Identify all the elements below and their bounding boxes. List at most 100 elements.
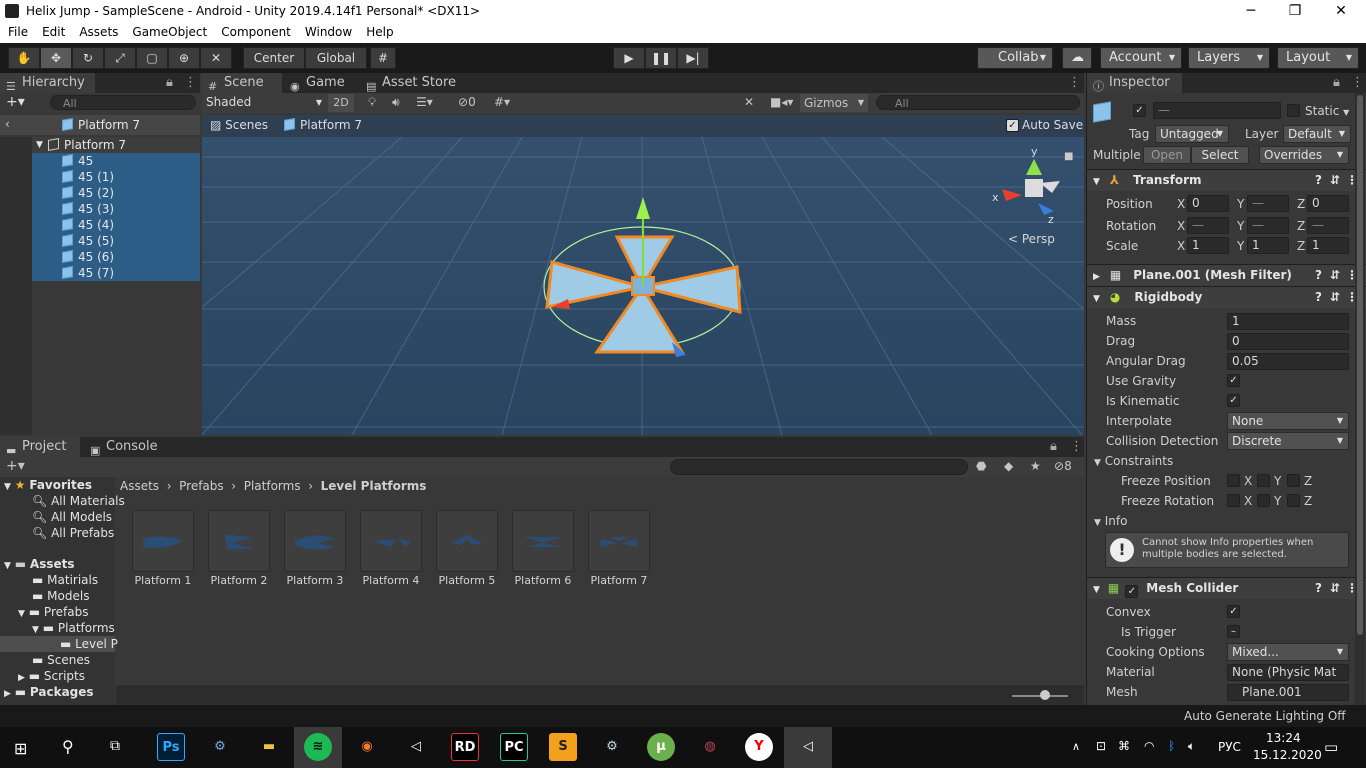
unity-editor-icon[interactable]: ◁	[794, 733, 822, 761]
freeze-rot-x-checkbox[interactable]	[1227, 494, 1240, 507]
favorite-star-icon[interactable]: ★	[1030, 459, 1041, 473]
2d-toggle[interactable]: 2D	[328, 94, 354, 112]
asset-thumb-platform-7[interactable]	[588, 510, 650, 572]
tray-chevron-icon[interactable]: ∧	[1072, 740, 1080, 753]
transform-header[interactable]: ▼ ⅄ Transform? ⇵ ⋮	[1087, 169, 1366, 191]
persp-label[interactable]: < Persp	[1008, 232, 1055, 246]
collab-dropdown[interactable]: Collab ▼	[977, 47, 1053, 69]
fav-all-prefabs[interactable]: 🔍︎ All Prefabs	[32, 526, 114, 540]
lock-icon[interactable]: 🔒︎	[166, 75, 173, 90]
material-field[interactable]: None (Physic Mat	[1227, 664, 1349, 681]
fav-all-models[interactable]: 🔍︎ All Models	[32, 510, 112, 524]
asset-thumb-platform-3[interactable]	[284, 510, 346, 572]
position-z[interactable]: 0	[1307, 195, 1349, 212]
platform-model[interactable]	[543, 197, 742, 357]
breadcrumb-object[interactable]: Platform 7	[284, 118, 362, 132]
grid-snap-icon[interactable]: #	[370, 47, 396, 69]
tab-scene[interactable]: # Scene	[202, 73, 282, 93]
move-tool-icon[interactable]: ✥	[40, 47, 72, 69]
task-view-icon[interactable]: ⧉	[110, 738, 120, 754]
wifi-icon[interactable]: ◠	[1144, 739, 1154, 753]
help-icon[interactable]: ?	[1315, 265, 1322, 285]
volume-icon[interactable]: 🔈︎	[1188, 739, 1195, 754]
scale-x[interactable]: 1	[1187, 237, 1229, 254]
collapse-arrow-icon[interactable]: ▼	[1093, 177, 1100, 187]
rotation-x[interactable]: —	[1187, 217, 1229, 234]
help-icon[interactable]: ?	[1315, 170, 1322, 190]
meshfilter-header[interactable]: ▶ ▦ Plane.001 (Mesh Filter)? ⇵ ⋮	[1087, 264, 1366, 286]
asset-thumb-platform-6[interactable]	[512, 510, 574, 572]
kebab-menu-icon[interactable]: ⋮	[1070, 439, 1083, 454]
freeze-rot-y-checkbox[interactable]	[1257, 494, 1270, 507]
create-plus-icon[interactable]: +▾	[6, 94, 25, 110]
clock-time[interactable]: 13:24	[1266, 731, 1301, 745]
menu-component[interactable]: Component	[213, 23, 297, 43]
info-foldout[interactable]: ▼ Info	[1094, 514, 1127, 528]
cooking-options-dropdown[interactable]: Mixed... ▼	[1227, 643, 1349, 661]
gizmo-lock-icon[interactable]: ■	[1064, 151, 1073, 162]
mesh-field[interactable]: Plane.001	[1227, 684, 1349, 701]
custom-tool-icon[interactable]: ✕	[200, 47, 232, 69]
position-y[interactable]: —	[1247, 195, 1289, 212]
rider-icon[interactable]: RD	[451, 733, 479, 761]
asset-label[interactable]: Platform 4	[353, 574, 429, 587]
play-button[interactable]: ▶	[613, 47, 645, 69]
static-checkbox[interactable]	[1287, 104, 1300, 117]
meshcollider-enabled-checkbox[interactable]: ✓	[1125, 585, 1139, 598]
scale-y[interactable]: 1	[1247, 237, 1289, 254]
steam-icon[interactable]: ⚙	[598, 733, 626, 761]
y-arrow-icon[interactable]	[636, 197, 650, 219]
rotate-tool-icon[interactable]: ↻	[72, 47, 104, 69]
menu-gameobject[interactable]: GameObject	[124, 23, 213, 43]
scale-z[interactable]: 1	[1307, 237, 1349, 254]
photoshop-icon[interactable]: Ps	[157, 733, 185, 761]
asset-label[interactable]: Platform 1	[125, 574, 201, 587]
select-prefab-button[interactable]: Select	[1191, 146, 1249, 164]
crumb-platforms[interactable]: Platforms	[244, 479, 301, 493]
lighting-icon[interactable]: 💡︎	[368, 95, 376, 110]
folder-scenes[interactable]: ▬ Scenes	[32, 653, 90, 667]
name-field[interactable]: —	[1153, 102, 1281, 119]
folder-prefabs[interactable]: ▼ ▬ Prefabs	[18, 605, 88, 619]
maximize-button[interactable]: ❐	[1272, 0, 1318, 23]
collision-detection-dropdown[interactable]: Discrete ▼	[1227, 432, 1349, 450]
open-prefab-button[interactable]: Open	[1143, 146, 1191, 164]
shading-dropdown[interactable]: Shaded ▼	[206, 95, 322, 109]
asset-label[interactable]: Platform 7	[581, 574, 657, 587]
crumb-assets[interactable]: Assets	[120, 479, 159, 493]
freeze-pos-x-checkbox[interactable]	[1227, 474, 1240, 487]
app-bug-icon[interactable]: ⚙	[206, 733, 234, 761]
rigidbody-header[interactable]: ▼ ◕ Rigidbody? ⇵ ⋮	[1087, 286, 1366, 308]
tab-console[interactable]: ▣ Console	[84, 437, 164, 457]
rect-tool-icon[interactable]: ▢	[136, 47, 168, 69]
blender-icon[interactable]: ◉	[353, 733, 381, 761]
menu-assets[interactable]: Assets	[71, 23, 124, 43]
expand-arrow-icon[interactable]: ▶	[1093, 272, 1100, 282]
asset-thumb-platform-5[interactable]	[436, 510, 498, 572]
assets-node[interactable]: ▼ ▬ Assets	[4, 557, 75, 571]
scene-canvas[interactable]: y x z < Persp ■	[202, 137, 1084, 435]
tab-inspector[interactable]: ⓘ Inspector	[1087, 73, 1182, 93]
is-kinematic-checkbox[interactable]: ✓	[1227, 394, 1240, 407]
file-explorer-icon[interactable]: ▬	[255, 733, 283, 761]
use-gravity-checkbox[interactable]: ✓	[1227, 374, 1240, 387]
menu-window[interactable]: Window	[297, 23, 358, 43]
tab-hierarchy[interactable]: ☰ Hierarchy	[0, 73, 95, 93]
expand-arrow-icon[interactable]: ▼	[36, 137, 43, 153]
presets-icon[interactable]: ⇵	[1330, 578, 1340, 598]
rotation-z[interactable]: —	[1307, 217, 1349, 234]
lock-icon[interactable]: 🔒︎	[1333, 75, 1340, 90]
asset-label[interactable]: Platform 3	[277, 574, 353, 587]
static-dropdown[interactable]: Static ▼	[1305, 104, 1349, 118]
project-search-input[interactable]	[670, 459, 968, 475]
layer-dropdown[interactable]: Default ▼	[1283, 125, 1351, 143]
packages-node[interactable]: ▶ ▬ Packages	[4, 685, 94, 699]
folder-matirials[interactable]: ▬ Matirials	[32, 573, 98, 587]
lighting-status[interactable]: Auto Generate Lighting Off	[1184, 709, 1346, 723]
effects-icon[interactable]: ☰▾	[416, 95, 433, 109]
global-space-button[interactable]: Global	[305, 47, 367, 69]
tab-asset-store[interactable]: ▤ Asset Store	[360, 73, 470, 93]
tab-game[interactable]: ◉ Game	[284, 73, 360, 93]
audio-icon[interactable]: 🔊︎	[392, 95, 400, 110]
menu-edit[interactable]: Edit	[34, 23, 71, 43]
